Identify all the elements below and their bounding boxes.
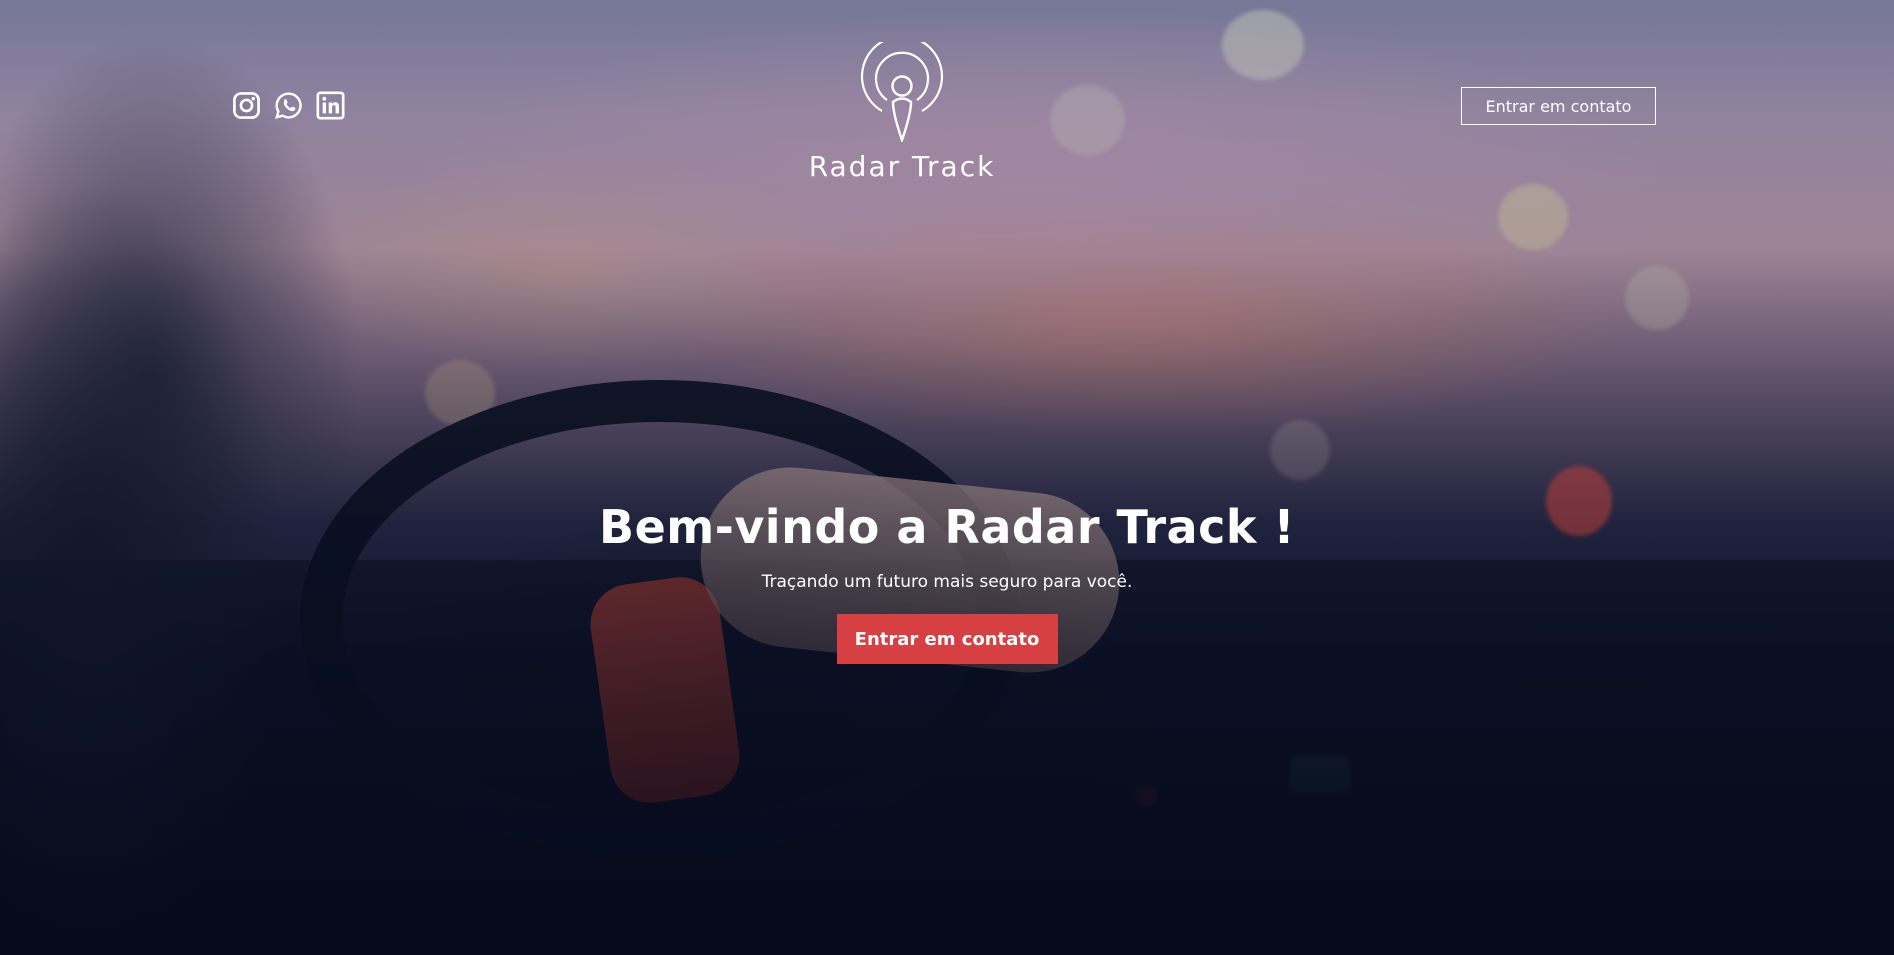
site-header: Radar Track Entrar em contato: [0, 0, 1894, 200]
brand-logo[interactable]: Radar Track: [800, 42, 1004, 183]
header-contact-button[interactable]: Entrar em contato: [1461, 87, 1656, 125]
whatsapp-icon[interactable]: [274, 91, 303, 120]
logo-text: Radar Track: [808, 150, 996, 183]
social-links: [232, 91, 345, 120]
hero-contact-button[interactable]: Entrar em contato: [836, 614, 1058, 664]
hero-content: Bem-vindo a Radar Track ! Traçando um fu…: [0, 500, 1894, 664]
hero-headline: Bem-vindo a Radar Track !: [599, 500, 1295, 554]
hero-subheadline: Traçando um futuro mais seguro para você…: [761, 572, 1133, 592]
hero-section: Radar Track Entrar em contato Bem-vindo …: [0, 0, 1894, 955]
radar-pin-icon: [860, 42, 944, 142]
instagram-icon[interactable]: [232, 91, 261, 120]
linkedin-icon[interactable]: [316, 91, 345, 120]
